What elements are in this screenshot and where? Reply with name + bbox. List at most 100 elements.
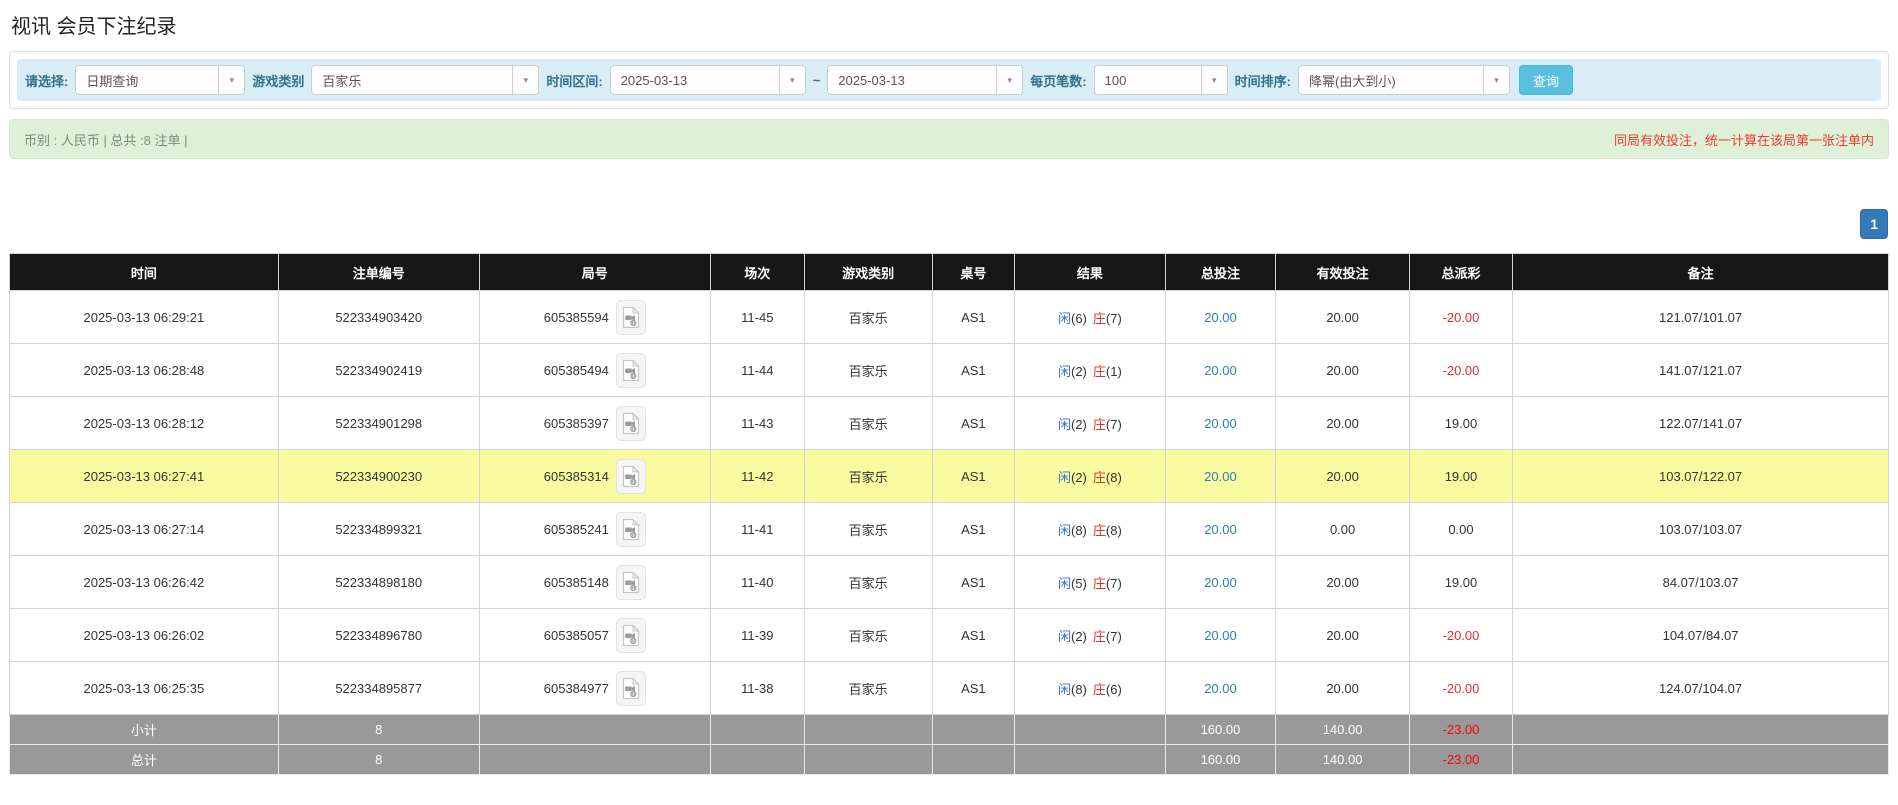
cell-time: 2025-03-13 06:27:41 <box>10 450 279 503</box>
game-category-select[interactable]: 百家乐 ▾ <box>311 65 539 95</box>
table-body: 2025-03-13 06:29:21 522334903420 6053855… <box>10 291 1889 715</box>
video-replay-button[interactable] <box>616 353 646 388</box>
filter-panel: 请选择: 日期查询 ▾ 游戏类别 百家乐 ▾ 时间区间: 2025-03-13 … <box>9 51 1889 109</box>
cell-time: 2025-03-13 06:26:42 <box>10 556 279 609</box>
page-button-1[interactable]: 1 <box>1860 209 1888 239</box>
time-sort-select[interactable]: 降幂(由大到小) ▾ <box>1298 65 1510 95</box>
cell-table-number: AS1 <box>932 503 1015 556</box>
video-replay-button[interactable] <box>616 565 646 600</box>
cell-session: 11-40 <box>710 556 804 609</box>
cell-session: 11-45 <box>710 291 804 344</box>
cell-table-number: AS1 <box>932 450 1015 503</box>
video-replay-button[interactable] <box>616 300 646 335</box>
chevron-down-icon: ▾ <box>779 66 805 94</box>
result-banker-score: (7) <box>1106 417 1122 432</box>
page-size-select[interactable]: 100 ▾ <box>1094 65 1228 95</box>
cell-round-id: 605385314 <box>479 450 710 503</box>
cell-bet-id: 522334895877 <box>278 662 479 715</box>
cell-session: 11-43 <box>710 397 804 450</box>
pagination: 1 <box>9 209 1888 239</box>
range-separator: ~ <box>813 73 821 88</box>
table-row: 2025-03-13 06:29:21 522334903420 6053855… <box>10 291 1889 344</box>
result-banker-label: 庄 <box>1093 417 1106 432</box>
chevron-down-icon: ▾ <box>1201 66 1227 94</box>
result-banker-score: (8) <box>1106 470 1122 485</box>
cell-payout: 19.00 <box>1409 450 1512 503</box>
cell-valid-bet: 20.00 <box>1276 397 1409 450</box>
cell-total-bet[interactable]: 20.00 <box>1165 291 1276 344</box>
cell-payout: -20.00 <box>1409 609 1512 662</box>
cell-bet-id: 522334900230 <box>278 450 479 503</box>
table-row: 2025-03-13 06:26:42 522334898180 6053851… <box>10 556 1889 609</box>
cell-session: 11-41 <box>710 503 804 556</box>
total-label: 总计 <box>10 745 279 775</box>
result-player-score: (2) <box>1071 470 1087 485</box>
date-from-picker[interactable]: 2025-03-13 ▾ <box>610 65 806 95</box>
result-banker-label: 庄 <box>1093 682 1106 697</box>
cell-result: 闲(8)庄(6) <box>1015 662 1165 715</box>
cell-round-id: 605385057 <box>479 609 710 662</box>
cell-time: 2025-03-13 06:28:12 <box>10 397 279 450</box>
cell-game-category: 百家乐 <box>804 450 932 503</box>
video-replay-button[interactable] <box>616 406 646 441</box>
query-type-select[interactable]: 日期查询 ▾ <box>75 65 245 95</box>
cell-bet-id: 522334896780 <box>278 609 479 662</box>
chevron-down-icon: ▾ <box>1483 66 1509 94</box>
table-footer: 小计 8 160.00 140.00 -23.00 总计 8 160.00 14… <box>10 715 1889 775</box>
film-file-icon <box>622 306 640 329</box>
cell-bet-id: 522334901298 <box>278 397 479 450</box>
cell-total-bet[interactable]: 20.00 <box>1165 397 1276 450</box>
date-from-value: 2025-03-13 <box>611 73 779 88</box>
cell-remark: 141.07/121.07 <box>1513 344 1889 397</box>
date-to-picker[interactable]: 2025-03-13 ▾ <box>827 65 1023 95</box>
cell-session: 11-44 <box>710 344 804 397</box>
result-banker-label: 庄 <box>1093 576 1106 591</box>
cell-remark: 103.07/103.07 <box>1513 503 1889 556</box>
search-button[interactable]: 查询 <box>1519 65 1573 95</box>
video-replay-button[interactable] <box>616 512 646 547</box>
cell-total-bet[interactable]: 20.00 <box>1165 344 1276 397</box>
time-sort-value: 降幂(由大到小) <box>1299 71 1483 90</box>
cell-total-bet[interactable]: 20.00 <box>1165 609 1276 662</box>
round-id-text: 605385494 <box>544 363 609 378</box>
table-row: 2025-03-13 06:28:12 522334901298 6053853… <box>10 397 1889 450</box>
result-player-score: (8) <box>1071 523 1087 538</box>
video-replay-button[interactable] <box>616 459 646 494</box>
filter-bar: 请选择: 日期查询 ▾ 游戏类别 百家乐 ▾ 时间区间: 2025-03-13 … <box>17 59 1881 101</box>
film-file-icon <box>622 412 640 435</box>
total-valid-bet: 140.00 <box>1276 745 1409 775</box>
total-payout: -23.00 <box>1409 745 1512 775</box>
chevron-down-icon: ▾ <box>996 66 1022 94</box>
result-player-label: 闲 <box>1058 470 1071 485</box>
film-file-icon <box>622 677 640 700</box>
cell-valid-bet: 20.00 <box>1276 609 1409 662</box>
column-header: 备注 <box>1513 254 1889 291</box>
subtotal-label: 小计 <box>10 715 279 745</box>
cell-total-bet[interactable]: 20.00 <box>1165 662 1276 715</box>
cell-session: 11-39 <box>710 609 804 662</box>
cell-result: 闲(2)庄(7) <box>1015 397 1165 450</box>
table-row: 2025-03-13 06:26:02 522334896780 6053850… <box>10 609 1889 662</box>
result-banker-label: 庄 <box>1093 311 1106 326</box>
cell-result: 闲(8)庄(8) <box>1015 503 1165 556</box>
column-header: 结果 <box>1015 254 1165 291</box>
column-header: 有效投注 <box>1276 254 1409 291</box>
result-player-score: (5) <box>1071 576 1087 591</box>
subtotal-payout: -23.00 <box>1409 715 1512 745</box>
cell-payout: -20.00 <box>1409 662 1512 715</box>
cell-total-bet[interactable]: 20.00 <box>1165 450 1276 503</box>
cell-valid-bet: 20.00 <box>1276 662 1409 715</box>
video-replay-button[interactable] <box>616 671 646 706</box>
cell-valid-bet: 20.00 <box>1276 556 1409 609</box>
cell-total-bet[interactable]: 20.00 <box>1165 503 1276 556</box>
cell-payout: 19.00 <box>1409 397 1512 450</box>
cell-game-category: 百家乐 <box>804 662 932 715</box>
cell-payout: -20.00 <box>1409 344 1512 397</box>
column-header: 时间 <box>10 254 279 291</box>
result-banker-score: (6) <box>1106 682 1122 697</box>
chevron-down-icon: ▾ <box>218 66 244 94</box>
cell-total-bet[interactable]: 20.00 <box>1165 556 1276 609</box>
video-replay-button[interactable] <box>616 618 646 653</box>
table-row: 2025-03-13 06:28:48 522334902419 6053854… <box>10 344 1889 397</box>
result-banker-score: (7) <box>1106 629 1122 644</box>
